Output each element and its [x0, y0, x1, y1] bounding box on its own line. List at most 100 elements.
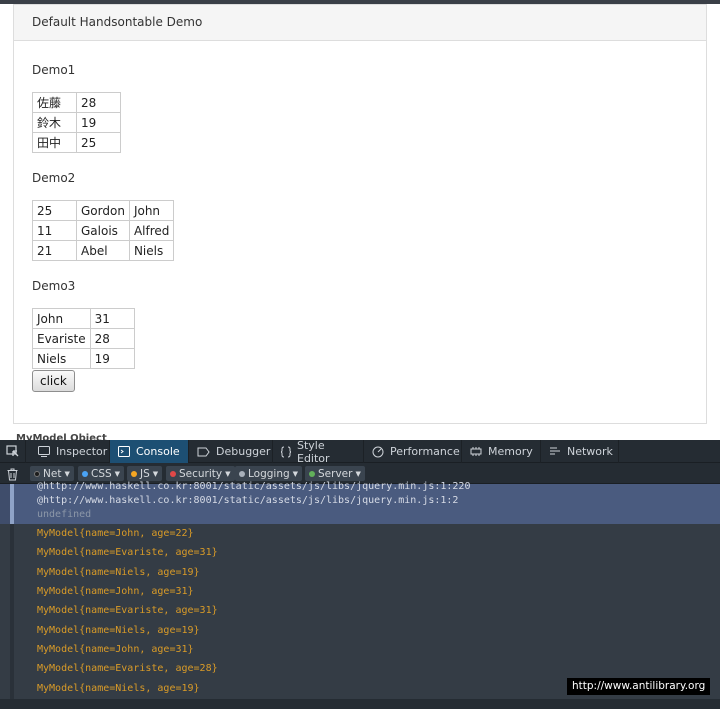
table-cell[interactable]: Galois: [76, 220, 130, 241]
table-row: 佐藤 28: [32, 92, 121, 113]
tab-label: Memory: [488, 445, 533, 458]
logging-dot-icon: [239, 470, 245, 477]
tab-label: Debugger: [216, 445, 271, 458]
console-gutter: [10, 524, 14, 709]
filter-label: Security: [179, 467, 223, 480]
table-cell[interactable]: 佐藤: [32, 92, 77, 113]
filter-label: Net: [43, 467, 62, 480]
table-cell[interactable]: 28: [76, 92, 121, 113]
tab-label: Inspector: [56, 445, 108, 458]
tab-label: Performance: [390, 445, 460, 458]
console-log-line: MyModel{name=Niels, age=19}: [37, 567, 200, 578]
table-cell[interactable]: John: [128, 200, 175, 221]
table-cell[interactable]: 28: [89, 328, 135, 349]
net-dot-icon: [34, 470, 40, 477]
filter-server[interactable]: Server ▼: [305, 466, 365, 481]
table-row: 鈴木 19: [32, 112, 121, 133]
table-cell[interactable]: 11: [32, 220, 77, 241]
table-cell[interactable]: 25: [76, 132, 121, 153]
table-row: 21 Abel Niels: [32, 240, 175, 261]
caret-down-icon: ▼: [225, 469, 231, 478]
watermark: http://www.antilibrary.org: [567, 678, 711, 695]
clear-console-button[interactable]: [7, 466, 18, 485]
security-dot-icon: [170, 470, 176, 477]
table-row: Evariste 28: [32, 328, 135, 349]
table-cell[interactable]: 31: [89, 308, 135, 329]
pick-element-icon: [6, 445, 19, 457]
console-output: @http://www.haskell.co.kr:8001/static/as…: [0, 481, 720, 709]
filter-security[interactable]: Security ▼: [166, 466, 235, 481]
tab-inspector[interactable]: Inspector: [30, 440, 110, 463]
trash-icon: [7, 468, 18, 481]
selection-bar: [10, 484, 14, 524]
table-cell[interactable]: John: [32, 308, 91, 329]
console-log-line: MyModel{name=Evariste, age=31}: [37, 605, 218, 616]
console-log-line: MyModel{name=Niels, age=19}: [37, 683, 200, 694]
console-trace-line[interactable]: @http://www.haskell.co.kr:8001/static/as…: [37, 481, 470, 492]
filter-css[interactable]: CSS ▼: [78, 466, 125, 481]
caret-down-icon: ▼: [152, 469, 159, 478]
console-undefined: undefined: [37, 509, 92, 520]
console-log-line: MyModel{name=Evariste, age=31}: [37, 547, 218, 558]
console-trace-line[interactable]: @http://www.haskell.co.kr:8001/static/as…: [37, 495, 458, 506]
server-dot-icon: [309, 470, 315, 477]
table-row: John 31: [32, 308, 135, 329]
table-cell[interactable]: Niels: [128, 240, 175, 261]
tab-performance[interactable]: Performance: [364, 440, 462, 463]
tab-label: Style Editor: [297, 438, 330, 465]
console-input-bar[interactable]: [0, 699, 720, 709]
console-log-line: MyModel{name=John, age=31}: [37, 586, 194, 597]
table-cell[interactable]: Gordon: [76, 200, 130, 221]
demo-panel: Default Handsontable Demo Demo1 佐藤 28 鈴木…: [13, 4, 707, 424]
filter-label: JS: [140, 467, 150, 480]
css-dot-icon: [82, 470, 88, 477]
tab-style-editor[interactable]: Style Editor: [273, 438, 364, 465]
table-cell[interactable]: 19: [76, 112, 121, 133]
clipped-log-text: MyModel Object: [16, 433, 107, 440]
devtools-tab-bar: Inspector Console Debugger Style Editor …: [0, 438, 720, 465]
table-cell[interactable]: Evariste: [32, 328, 91, 349]
table-cell[interactable]: 19: [89, 348, 135, 369]
filter-label: Server: [318, 467, 353, 480]
caret-down-icon: ▼: [292, 469, 299, 478]
table-cell[interactable]: 21: [32, 240, 77, 261]
demo2-title: Demo2: [32, 171, 76, 185]
memory-icon: [470, 447, 482, 456]
table-cell[interactable]: Abel: [76, 240, 130, 261]
pick-element-button[interactable]: [0, 440, 26, 463]
table-cell[interactable]: Niels: [32, 348, 91, 369]
console-log-line: MyModel{name=John, age=31}: [37, 644, 194, 655]
caret-down-icon: ▼: [64, 469, 70, 478]
demo3-table: John 31 Evariste 28 Niels 19: [32, 308, 135, 369]
tab-debugger[interactable]: Debugger: [189, 440, 273, 463]
debugger-icon: [197, 447, 210, 456]
table-row: 11 Galois Alfred: [32, 220, 175, 241]
table-cell[interactable]: 25: [32, 200, 77, 221]
filter-net[interactable]: Net ▼: [30, 466, 74, 481]
click-button[interactable]: click: [32, 370, 75, 392]
performance-icon: [372, 446, 384, 457]
tab-memory[interactable]: Memory: [462, 440, 541, 463]
panel-heading: Default Handsontable Demo: [14, 5, 706, 41]
tab-label: Console: [136, 445, 180, 458]
tab-label: Network: [567, 445, 613, 458]
table-cell[interactable]: 鈴木: [32, 112, 77, 133]
table-row: Niels 19: [32, 348, 135, 369]
caret-down-icon: ▼: [355, 469, 361, 478]
demo1-table: 佐藤 28 鈴木 19 田中 25: [32, 92, 121, 153]
demo3-title: Demo3: [32, 279, 76, 293]
console-log-line: MyModel{name=Niels, age=19}: [37, 625, 200, 636]
network-icon: [550, 447, 560, 454]
console-log-line: MyModel{name=Evariste, age=28}: [37, 663, 218, 674]
inspector-icon: [38, 446, 50, 457]
filter-js[interactable]: JS ▼: [127, 466, 163, 481]
tab-console[interactable]: Console: [110, 440, 189, 463]
demo2-table: 25 Gordon John 11 Galois Alfred 21 Abel …: [32, 200, 175, 261]
devtools-panel: Inspector Console Debugger Style Editor …: [0, 438, 720, 709]
table-cell[interactable]: Alfred: [128, 220, 175, 241]
table-cell[interactable]: 田中: [32, 132, 77, 153]
caret-down-icon: ▼: [114, 469, 121, 478]
style-editor-icon: [281, 446, 291, 457]
filter-logging[interactable]: Logging ▼: [235, 466, 303, 481]
tab-network[interactable]: Network: [541, 440, 619, 463]
